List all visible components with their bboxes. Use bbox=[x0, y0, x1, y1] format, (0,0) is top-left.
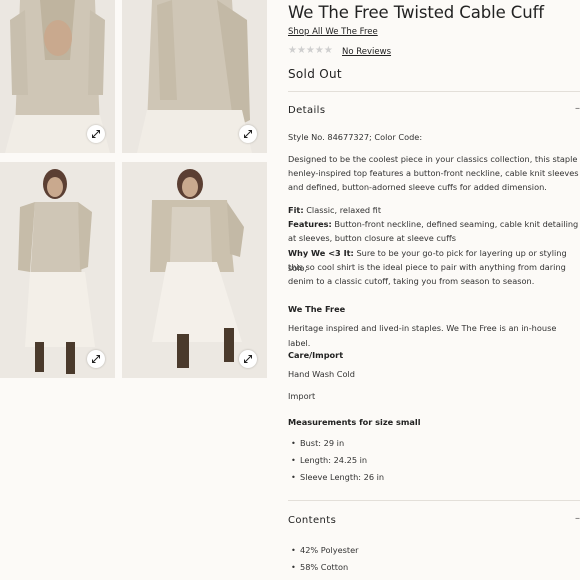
expand-arrows-icon bbox=[92, 130, 100, 138]
contents-heading: Contents bbox=[288, 515, 337, 526]
description-line-1: Designed to be the coolest piece in your… bbox=[288, 154, 578, 164]
divider bbox=[288, 500, 580, 501]
product-photo-3[interactable] bbox=[0, 162, 115, 378]
zoom-button[interactable] bbox=[87, 125, 105, 143]
style-number: Style No. 84677327; Color Code: bbox=[288, 132, 423, 142]
fit-label: Fit: bbox=[288, 205, 304, 215]
product-photo-2[interactable] bbox=[122, 0, 267, 153]
brand-description: Heritage inspired and lived-in staples. … bbox=[288, 323, 557, 348]
details-heading: Details bbox=[288, 105, 326, 116]
care-instructions: Hand Wash Cold bbox=[288, 369, 356, 379]
care-heading: Care/Import bbox=[288, 350, 344, 360]
zoom-button[interactable] bbox=[239, 125, 257, 143]
contents-list: 42% Polyester 58% Cotton bbox=[288, 542, 359, 576]
product-photo-1[interactable] bbox=[0, 0, 115, 153]
fit-value: Classic, relaxed fit bbox=[303, 205, 382, 215]
product-gallery bbox=[0, 0, 270, 580]
description-line-3: and defined, button-adorned sleeve cuffs… bbox=[288, 182, 547, 192]
list-item: 42% Polyester bbox=[288, 542, 359, 559]
zoom-button[interactable] bbox=[87, 350, 105, 368]
features-line-2: at sleeves, button closure at sleeve cuf… bbox=[288, 233, 456, 243]
why-line-3: denim to a classic cutoff, taking you fr… bbox=[288, 276, 535, 286]
rating-stars[interactable]: ★★★★★ bbox=[288, 45, 333, 56]
features-value: Button-front neckline, defined seaming, … bbox=[331, 219, 579, 229]
list-item: 58% Cotton bbox=[288, 559, 359, 576]
measurements-heading: Measurements for size small bbox=[288, 417, 421, 427]
why-label: Why We <3 It: bbox=[288, 248, 354, 258]
measurements-list: Bust: 29 in Length: 24.25 in Sleeve Leng… bbox=[288, 435, 384, 486]
list-item: Sleeve Length: 26 in bbox=[288, 469, 384, 486]
features-row: Features: Button-front neckline, defined… bbox=[288, 217, 580, 232]
expand-arrows-icon bbox=[244, 355, 252, 363]
model-layered-image bbox=[122, 162, 267, 378]
product-title: We The Free Twisted Cable Cuff bbox=[288, 3, 544, 22]
model-front-image bbox=[0, 162, 115, 378]
expand-arrows-icon bbox=[92, 355, 100, 363]
stock-status: Sold Out bbox=[288, 67, 342, 81]
import-note: Import bbox=[288, 391, 316, 401]
collapse-icon[interactable]: – bbox=[575, 103, 580, 114]
why-line-2: this so cool shirt is the ideal piece to… bbox=[288, 262, 566, 272]
zoom-button[interactable] bbox=[239, 350, 257, 368]
expand-arrows-icon bbox=[244, 130, 252, 138]
collapse-icon[interactable]: – bbox=[575, 513, 580, 524]
shop-brand-link[interactable]: Shop All We The Free bbox=[288, 27, 378, 37]
brand-heading: We The Free bbox=[288, 304, 346, 314]
divider bbox=[288, 91, 580, 92]
fit-row: Fit: Classic, relaxed fit bbox=[288, 203, 580, 218]
list-item: Length: 24.25 in bbox=[288, 452, 384, 469]
features-label: Features: bbox=[288, 219, 332, 229]
list-item: Bust: 29 in bbox=[288, 435, 384, 452]
product-photo-4[interactable] bbox=[122, 162, 267, 378]
product-info-panel: We The Free Twisted Cable Cuff Shop All … bbox=[288, 0, 580, 580]
description-line-2: henley-inspired top features a button-fr… bbox=[288, 168, 579, 178]
reviews-link[interactable]: No Reviews bbox=[342, 47, 391, 57]
